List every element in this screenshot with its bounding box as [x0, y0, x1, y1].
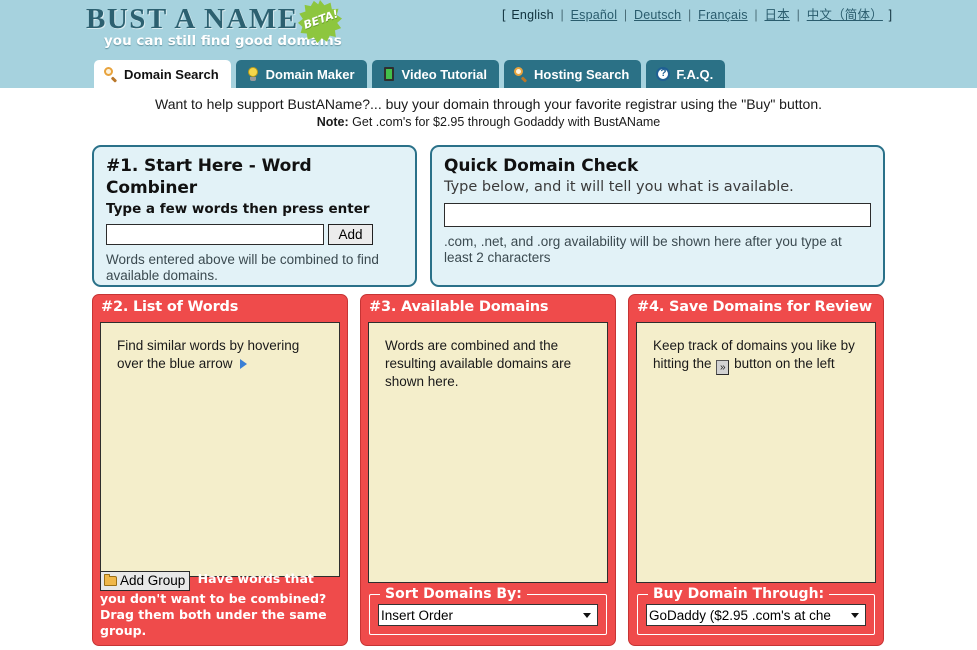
tab-faq[interactable]: ? F.A.Q.	[646, 60, 726, 88]
tab-hosting-search[interactable]: Hosting Search	[504, 60, 642, 88]
tab-label: Hosting Search	[534, 66, 630, 82]
beta-badge-icon: BETA!	[298, 0, 346, 44]
word-combiner-subheading: Type a few words then press enter	[106, 201, 370, 217]
sort-domains-legend: Sort Domains By:	[385, 586, 522, 602]
tab-domain-search[interactable]: Domain Search	[94, 60, 231, 88]
tab-label: Video Tutorial	[401, 66, 488, 82]
saved-domains-panel: #4. Save Domains for Review Keep track o…	[628, 294, 884, 646]
available-domains-panel: #3. Available Domains Words are combined…	[360, 294, 616, 646]
language-option-japanese[interactable]: 日本	[764, 8, 789, 22]
quick-check-help: .com, .net, and .org availability will b…	[444, 234, 842, 265]
language-bracket-open: [	[502, 8, 506, 22]
word-combiner-panel: #1. Start Here - Word Combiner Type a fe…	[92, 145, 417, 287]
quick-check-input[interactable]	[444, 203, 871, 227]
buy-domain-select-wrap: GoDaddy ($2.95 .com's at che	[646, 604, 866, 626]
language-separator: |	[796, 8, 801, 22]
folder-icon	[104, 574, 117, 586]
sort-domains-select-wrap: Insert Order	[378, 604, 598, 626]
saved-domains-hint-after: button on the left	[734, 356, 835, 371]
quick-check-subheading: Type below, and it will tell you what is…	[444, 179, 794, 195]
language-option-english[interactable]: English	[511, 8, 553, 22]
language-option-deutsch[interactable]: Deutsch	[634, 8, 681, 22]
add-group-button[interactable]: Add Group	[100, 571, 191, 591]
site-logo[interactable]: BUST A NAME you can still find good doma…	[84, 0, 342, 54]
main-tab-bar: Domain Search Domain Maker Video Tutoria…	[94, 60, 726, 88]
tab-video-tutorial[interactable]: Video Tutorial	[371, 60, 500, 88]
note-text: Get .com's for $2.95 through Godaddy wit…	[352, 115, 661, 129]
sort-domains-fieldset: Sort Domains By: Insert Order	[369, 586, 607, 635]
support-note-line2: Note: Get .com's for $2.95 through Godad…	[0, 115, 977, 129]
quick-domain-check-panel: Quick Domain Check Type below, and it wi…	[430, 145, 885, 287]
language-bracket-close: ]	[888, 8, 893, 22]
language-option-chinese-simplified[interactable]: 中文（简体）	[807, 8, 883, 22]
word-list-footer: Add Group Have words that you don't want…	[100, 571, 340, 639]
buy-domain-fieldset: Buy Domain Through: GoDaddy ($2.95 .com'…	[637, 586, 875, 635]
support-note-line1: Want to help support BustAName?... buy y…	[155, 96, 822, 112]
word-list-title: #2. List of Words	[101, 299, 239, 315]
add-group-label: Add Group	[120, 573, 186, 588]
word-list-hint: Find similar words by hovering over the …	[117, 338, 300, 371]
buy-domain-select[interactable]: GoDaddy ($2.95 .com's at che	[646, 604, 866, 626]
word-list-dropzone[interactable]: Find similar words by hovering over the …	[100, 322, 340, 577]
tab-label: Domain Search	[124, 66, 219, 82]
blue-arrow-icon	[240, 359, 248, 369]
available-domains-list[interactable]: Words are combined and the resulting ava…	[368, 322, 608, 583]
language-separator: |	[623, 8, 628, 22]
tab-label: Domain Maker	[265, 66, 355, 82]
language-bar: [ English | Español | Deutsch | Français…	[500, 4, 894, 23]
word-combiner-heading: #1. Start Here - Word Combiner	[106, 156, 312, 198]
add-button[interactable]: Add	[328, 224, 373, 245]
language-option-francais[interactable]: Français	[698, 8, 748, 22]
tab-label: F.A.Q.	[676, 66, 714, 82]
saved-domains-list[interactable]: Keep track of domains you like by hittin…	[636, 322, 876, 583]
search-icon	[104, 67, 118, 83]
language-separator: |	[754, 8, 758, 22]
saved-domains-title: #4. Save Domains for Review	[637, 299, 872, 315]
lightbulb-icon	[246, 67, 260, 81]
quick-check-heading: Quick Domain Check	[444, 156, 639, 176]
word-combiner-help: Words entered above will be combined to …	[106, 252, 379, 283]
word-input[interactable]	[106, 224, 324, 245]
search-icon	[514, 67, 528, 83]
word-combiner-input-row: Add	[106, 224, 403, 245]
language-option-espanol[interactable]: Español	[571, 8, 618, 22]
word-list-panel: #2. List of Words Find similar words by …	[92, 294, 348, 646]
sort-domains-select[interactable]: Insert Order	[378, 604, 598, 626]
available-domains-title: #3. Available Domains	[369, 299, 549, 315]
language-separator: |	[687, 8, 692, 22]
film-icon	[382, 67, 396, 81]
question-icon: ?	[656, 67, 671, 81]
language-separator: |	[560, 8, 564, 22]
buy-domain-legend: Buy Domain Through:	[653, 586, 825, 602]
save-domain-chevron-button[interactable]: »	[716, 360, 730, 375]
tab-domain-maker[interactable]: Domain Maker	[235, 60, 367, 88]
available-domains-hint: Words are combined and the resulting ava…	[385, 338, 572, 389]
support-note: Want to help support BustAName?... buy y…	[0, 96, 977, 129]
note-label: Note:	[316, 115, 349, 129]
